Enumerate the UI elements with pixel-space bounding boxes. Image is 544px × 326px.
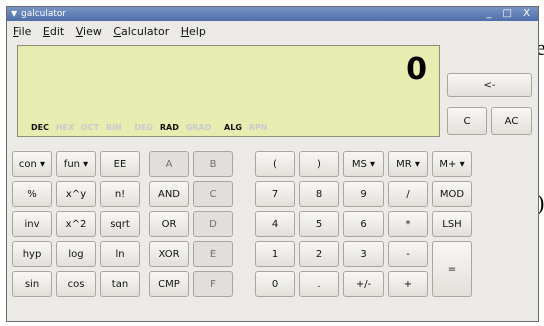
key-0-0[interactable]: con ▾ [12, 151, 52, 177]
key-0-4[interactable]: B [193, 151, 233, 177]
key-2-6[interactable]: 5 [299, 211, 339, 237]
flag-oct: OCT [80, 123, 100, 132]
flag-grad: GRAD [185, 123, 212, 132]
menu-help[interactable]: Help [181, 23, 206, 41]
key-3-6[interactable]: 2 [299, 241, 339, 267]
key-3-7[interactable]: 3 [343, 241, 384, 267]
key-1-9[interactable]: MOD [432, 181, 472, 207]
key-1-1[interactable]: x^y [56, 181, 96, 207]
key-2-4[interactable]: D [193, 211, 233, 237]
flag-bin: BIN [105, 123, 122, 132]
key-0-5[interactable]: ( [255, 151, 295, 177]
key-2-9[interactable]: LSH [432, 211, 472, 237]
key-3-8[interactable]: - [388, 241, 428, 267]
key-2-7[interactable]: 6 [343, 211, 384, 237]
calculator-window: ▼ galculator _ □ X File Edit View Calcul… [6, 6, 539, 322]
key-0-2[interactable]: EE [100, 151, 140, 177]
key-1-5[interactable]: 7 [255, 181, 295, 207]
menu-file[interactable]: File [13, 23, 31, 41]
flag-dec: DEC [31, 123, 49, 132]
key-1-4[interactable]: C [193, 181, 233, 207]
flag-rad: RAD [159, 123, 179, 132]
key-4-1[interactable]: cos [56, 271, 96, 297]
key-4-6[interactable]: . [299, 271, 339, 297]
key-4-3[interactable]: CMP [149, 271, 189, 297]
backspace-button[interactable]: <- [447, 73, 532, 97]
menu-edit[interactable]: Edit [43, 23, 64, 41]
key-1-2[interactable]: n! [100, 181, 140, 207]
key-3-4[interactable]: E [193, 241, 233, 267]
key-3-5[interactable]: 1 [255, 241, 295, 267]
key-2-0[interactable]: inv [12, 211, 52, 237]
key-2-8[interactable]: * [388, 211, 428, 237]
menu-bar: File Edit View Calculator Help [7, 23, 538, 41]
key-3-0[interactable]: hyp [12, 241, 52, 267]
key-1-6[interactable]: 8 [299, 181, 339, 207]
all-clear-button[interactable]: AC [491, 107, 532, 135]
flag-alg: ALG [224, 123, 242, 132]
key-1-3[interactable]: AND [149, 181, 189, 207]
key-4-2[interactable]: tan [100, 271, 140, 297]
menu-view[interactable]: View [76, 23, 102, 41]
key-1-7[interactable]: 9 [343, 181, 384, 207]
clear-button[interactable]: C [447, 107, 487, 135]
menu-calculator[interactable]: Calculator [113, 23, 169, 41]
key-1-8[interactable]: / [388, 181, 428, 207]
key-2-5[interactable]: 4 [255, 211, 295, 237]
key-1-0[interactable]: % [12, 181, 52, 207]
calculator-display: 0 DEC HEX OCT BIN DEG RAD GRAD ALG RPN [17, 45, 440, 137]
key-4-5[interactable]: 0 [255, 271, 295, 297]
key-4-4[interactable]: F [193, 271, 233, 297]
key-0-8[interactable]: MR ▾ [388, 151, 428, 177]
key-2-1[interactable]: x^2 [56, 211, 96, 237]
key-0-3[interactable]: A [149, 151, 189, 177]
key-0-6[interactable]: ) [299, 151, 339, 177]
key-2-3[interactable]: OR [149, 211, 189, 237]
window-controls[interactable]: _ □ X [486, 7, 534, 21]
key-0-9[interactable]: M+ ▾ [432, 151, 472, 177]
mode-flags: DEC HEX OCT BIN DEG RAD GRAD ALG RPN [31, 123, 271, 132]
flag-hex: HEX [55, 123, 75, 132]
display-value: 0 [406, 52, 427, 87]
key-0-1[interactable]: fun ▾ [56, 151, 96, 177]
key-3-3[interactable]: XOR [149, 241, 189, 267]
window-title: galculator [21, 9, 67, 19]
flag-deg: DEG [134, 123, 154, 132]
key-3-9[interactable]: = [432, 241, 472, 297]
key-4-0[interactable]: sin [12, 271, 52, 297]
key-4-7[interactable]: +/- [343, 271, 384, 297]
key-3-1[interactable]: log [56, 241, 96, 267]
key-4-8[interactable]: + [388, 271, 428, 297]
window-menu-icon[interactable]: ▼ [11, 7, 17, 21]
key-0-7[interactable]: MS ▾ [343, 151, 384, 177]
title-bar[interactable]: ▼ galculator _ □ X [7, 7, 538, 21]
key-3-2[interactable]: ln [100, 241, 140, 267]
flag-rpn: RPN [248, 123, 268, 132]
key-2-2[interactable]: sqrt [100, 211, 140, 237]
